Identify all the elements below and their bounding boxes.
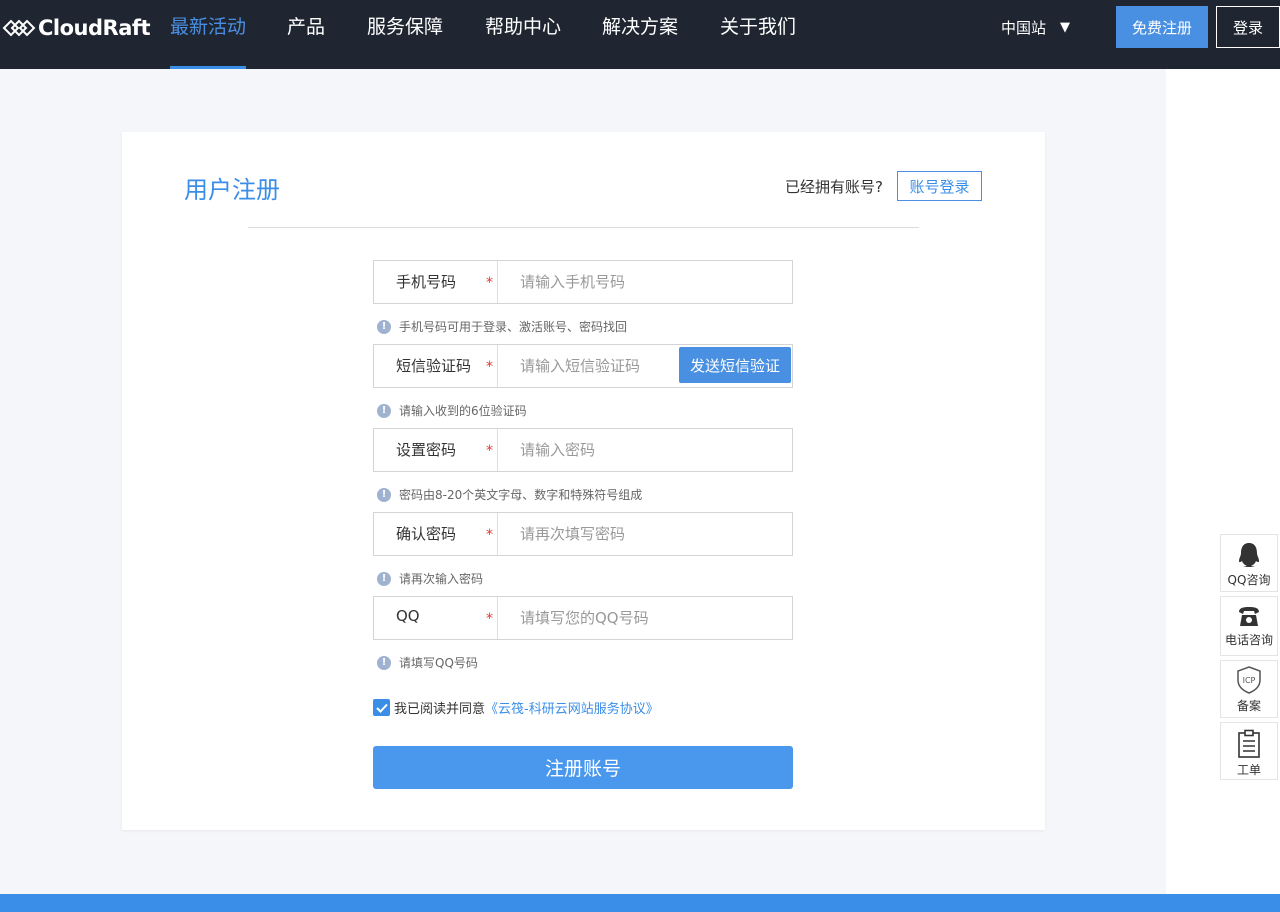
brand-name: CloudRaft [38,16,151,40]
password-hint-text: 密码由8-20个英文字母、数字和特殊符号组成 [399,488,643,502]
required-mark: * [486,611,493,627]
phone-consult-button[interactable]: 电话咨询 [1220,596,1278,656]
qq-consult-label: QQ咨询 [1227,573,1271,587]
confirm-password-input[interactable] [500,514,790,554]
required-mark: * [486,443,493,459]
ticket-label: 工单 [1236,763,1261,777]
info-icon: ! [377,403,391,418]
sms-hint: ! 请输入收到的6位验证码 [377,402,527,419]
qq-label-box: QQ * [374,597,498,639]
nav-item-about[interactable]: 关于我们 [720,14,796,40]
account-login-button[interactable]: 账号登录 [897,171,982,201]
top-navbar: CloudRaft 最新活动 产品 服务保障 帮助中心 解决方案 关于我们 中国… [0,0,1280,69]
phone-input[interactable] [500,262,790,302]
icp-text: ICP [1243,676,1256,685]
footer-bar [0,894,1280,912]
nav-item-solutions[interactable]: 解决方案 [602,14,678,40]
sms-hint-text: 请输入收到的6位验证码 [399,404,527,418]
confirm-password-hint: ! 请再次输入密码 [377,570,483,587]
qq-icon [1239,543,1259,567]
required-mark: * [486,275,493,291]
info-icon: ! [377,487,391,502]
phone-label: 手机号码 [396,273,457,291]
qq-hint-text: 请填写QQ号码 [399,656,478,670]
confirm-hint-text: 请再次输入密码 [399,572,484,586]
qq-hint: ! 请填写QQ号码 [377,654,478,671]
brand-logo[interactable]: CloudRaft [2,10,151,46]
password-hint: ! 密码由8-20个英文字母、数字和特殊符号组成 [377,486,642,503]
qq-label: QQ [396,607,420,625]
nav-item-latest[interactable]: 最新活动 [170,14,246,40]
phone-hint: ! 手机号码可用于登录、激活账号、密码找回 [377,318,627,335]
info-icon: ! [377,319,391,334]
register-submit-button[interactable]: 注册账号 [373,746,793,789]
phone-label-box: 手机号码 * [374,261,498,303]
cloudraft-logo-icon [2,19,36,37]
sms-code-field: 短信验证码 * 发送短信验证 [373,344,793,388]
phone-hint-text: 手机号码可用于登录、激活账号、密码找回 [399,320,628,334]
page-title: 用户注册 [184,176,280,204]
caret-down-icon: ▼ [1060,20,1071,35]
password-input[interactable] [500,430,790,470]
have-account-text: 已经拥有账号? [785,178,883,196]
qq-field: QQ * [373,596,793,640]
password-label: 设置密码 [396,441,457,459]
agreement-row: 我已阅读并同意 《云筏-科研云网站服务协议》 [373,698,659,717]
title-divider [248,227,919,228]
nav-item-products[interactable]: 产品 [287,14,325,40]
icp-record-button[interactable]: ICP 备案 [1220,660,1278,718]
icp-record-label: 备案 [1236,699,1261,713]
confirm-password-field: 确认密码 * [373,512,793,556]
free-register-button[interactable]: 免费注册 [1116,6,1208,48]
site-selector[interactable]: 中国站 ▼ [1001,17,1070,38]
confirm-password-label: 确认密码 [396,525,457,543]
icp-icon: ICP [1237,666,1261,694]
ticket-button[interactable]: 工单 [1220,722,1278,780]
password-label-box: 设置密码 * [374,429,498,471]
login-button[interactable]: 登录 [1216,6,1280,48]
site-label: 中国站 [1001,19,1047,37]
required-mark: * [486,359,493,375]
required-mark: * [486,527,493,543]
nav-item-service[interactable]: 服务保障 [367,14,443,40]
check-icon [375,703,388,713]
register-card: 用户注册 已经拥有账号? 账号登录 手机号码 * ! 手机号码可用于登录、激活账… [122,132,1045,830]
agree-text: 我已阅读并同意 [394,702,486,717]
service-agreement-link[interactable]: 《云筏-科研云网站服务协议》 [485,698,659,717]
phone-icon [1239,607,1259,626]
info-icon: ! [377,655,391,670]
agree-checkbox[interactable] [373,699,390,716]
qq-consult-button[interactable]: QQ咨询 [1220,534,1278,592]
nav-item-help[interactable]: 帮助中心 [485,14,561,40]
phone-consult-label: 电话咨询 [1224,633,1273,647]
ticket-icon [1238,729,1260,758]
phone-field: 手机号码 * [373,260,793,304]
confirm-label-box: 确认密码 * [374,513,498,555]
sms-code-input[interactable] [500,346,670,386]
send-sms-button[interactable]: 发送短信验证 [679,347,791,383]
info-icon: ! [377,571,391,586]
nav-active-indicator [170,66,246,69]
sms-label-box: 短信验证码 * [374,345,498,387]
sms-code-label: 短信验证码 [396,357,472,375]
password-field: 设置密码 * [373,428,793,472]
qq-input[interactable] [500,598,790,638]
